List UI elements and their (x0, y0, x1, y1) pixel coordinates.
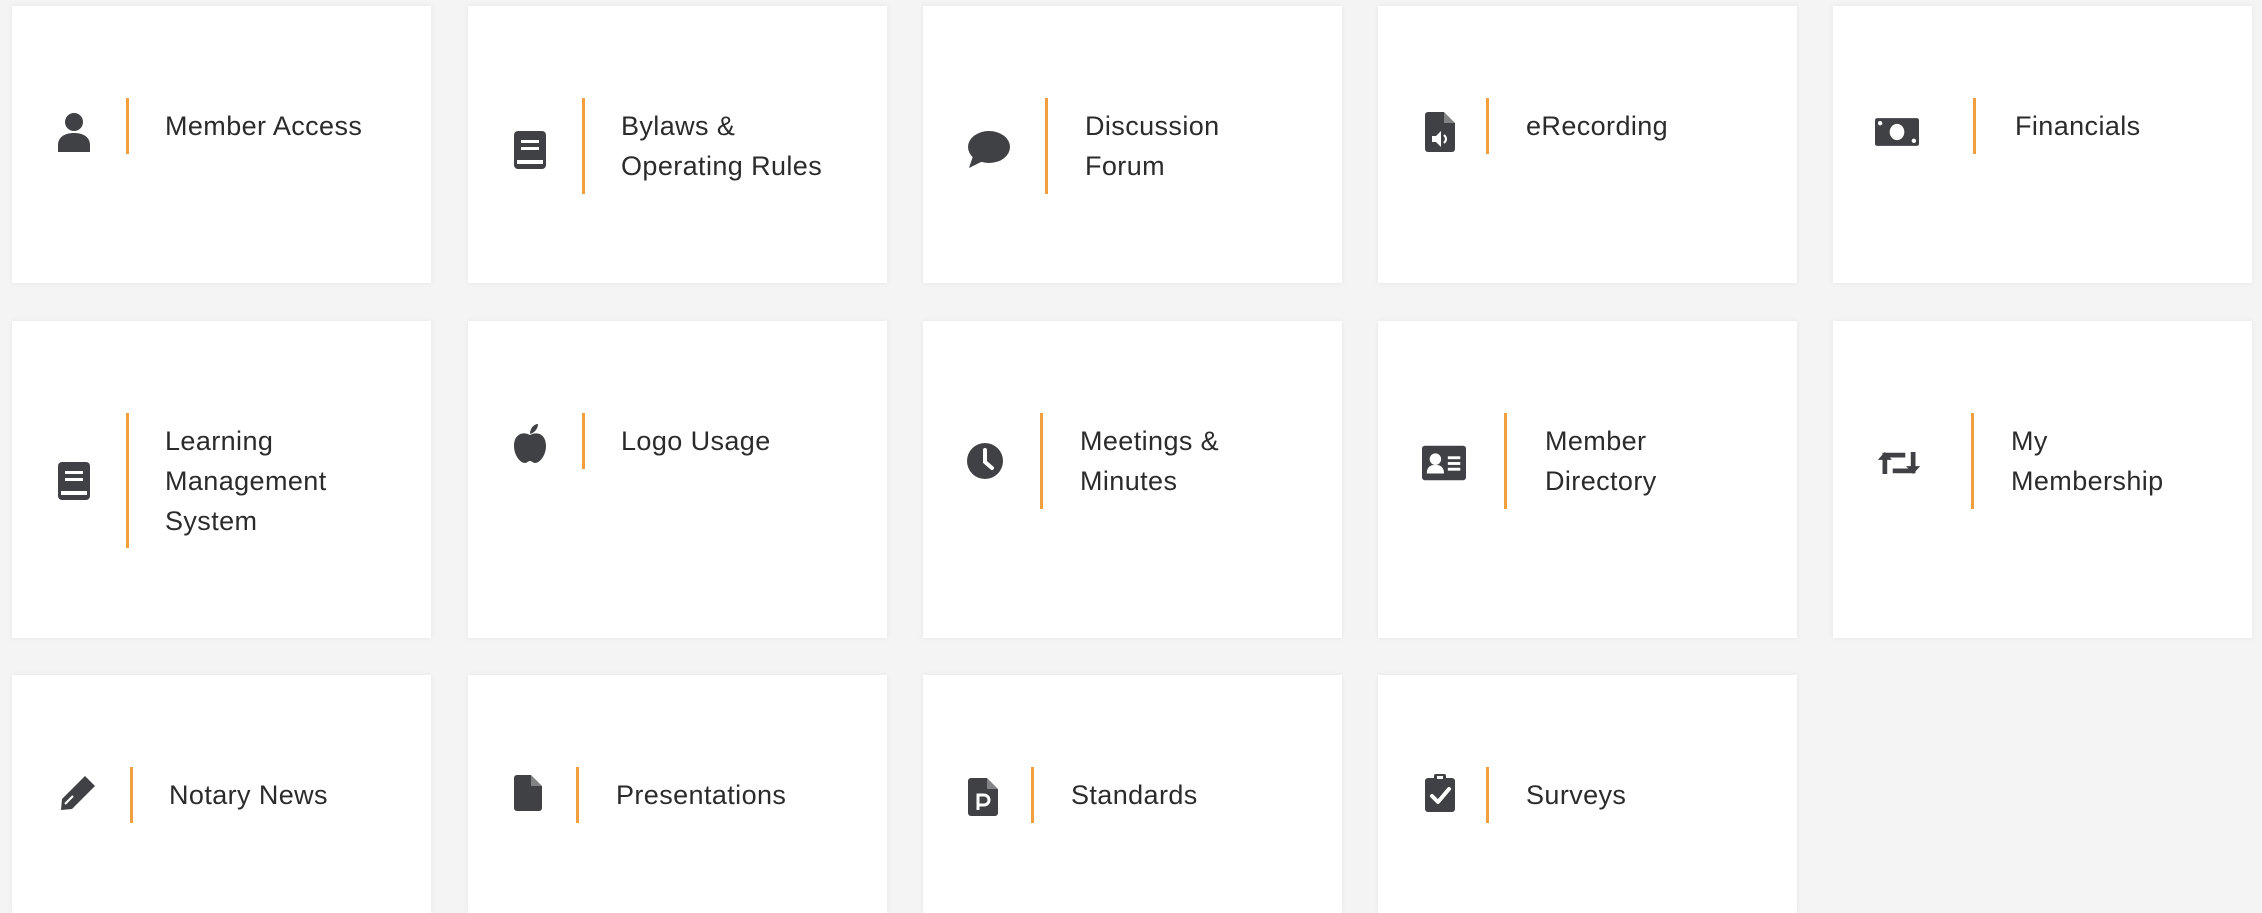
tile-surveys[interactable]: Surveys (1378, 675, 1797, 913)
tile-divider (1031, 767, 1034, 823)
tile-label: Bylaws & Operating Rules (621, 111, 823, 181)
tile-label: Standards (1071, 780, 1198, 810)
user-icon (52, 110, 96, 154)
tile-divider (576, 767, 579, 823)
file-icon (506, 771, 550, 815)
file-p-icon (961, 775, 1005, 819)
tile-label: Financials (2015, 111, 2141, 141)
tile-divider (1504, 413, 1507, 509)
tile-divider (1973, 98, 1976, 154)
tile-financials[interactable]: Financials (1833, 6, 2252, 283)
tile-label: Learning Management System (165, 426, 327, 536)
retweet-icon (1877, 441, 1921, 485)
book-icon (508, 128, 552, 172)
tile-erecording[interactable]: eRecording (1378, 6, 1797, 283)
tile-label: Surveys (1526, 780, 1627, 810)
tile-label: Meetings & Minutes (1080, 426, 1220, 496)
tile-label: My Membership (2011, 426, 2164, 496)
pen-icon (56, 771, 100, 815)
id-card-icon (1422, 441, 1466, 485)
tile-divider (582, 98, 585, 194)
tile-label: Discussion Forum (1085, 111, 1220, 181)
book-icon (52, 459, 96, 503)
tile-presentations[interactable]: Presentations (468, 675, 887, 913)
tile-divider (1045, 98, 1048, 194)
tile-divider (130, 767, 133, 823)
tile-label: Logo Usage (621, 426, 771, 456)
comment-icon (967, 128, 1011, 172)
file-audio-icon (1418, 110, 1462, 154)
tile-bylaws-operating-rules[interactable]: Bylaws & Operating Rules (468, 6, 887, 283)
tile-divider (1486, 98, 1489, 154)
tile-meetings-minutes[interactable]: Meetings & Minutes (923, 321, 1342, 638)
apple-icon (508, 421, 552, 465)
tile-my-membership[interactable]: My Membership (1833, 321, 2252, 638)
tile-member-directory[interactable]: Member Directory (1378, 321, 1797, 638)
clock-icon (963, 439, 1007, 483)
tile-member-access[interactable]: Member Access (12, 6, 431, 283)
tile-label: Member Access (165, 111, 363, 141)
tile-divider (1040, 413, 1043, 509)
tile-label: Member Directory (1545, 426, 1657, 496)
tile-divider (582, 413, 585, 469)
tile-divider (126, 98, 129, 154)
tile-label: Notary News (169, 780, 328, 810)
tile-label: eRecording (1526, 111, 1669, 141)
money-bill-icon (1875, 110, 1919, 154)
tile-learning-management-system[interactable]: Learning Management System (12, 321, 431, 638)
tile-logo-usage[interactable]: Logo Usage (468, 321, 887, 638)
tile-divider (126, 413, 129, 548)
tile-notary-news[interactable]: Notary News (12, 675, 431, 913)
tile-standards[interactable]: Standards (923, 675, 1342, 913)
tile-divider (1486, 767, 1489, 823)
tile-discussion-forum[interactable]: Discussion Forum (923, 6, 1342, 283)
tile-divider (1971, 413, 1974, 509)
tile-label: Presentations (616, 780, 787, 810)
clipboard-check-icon (1418, 771, 1462, 815)
